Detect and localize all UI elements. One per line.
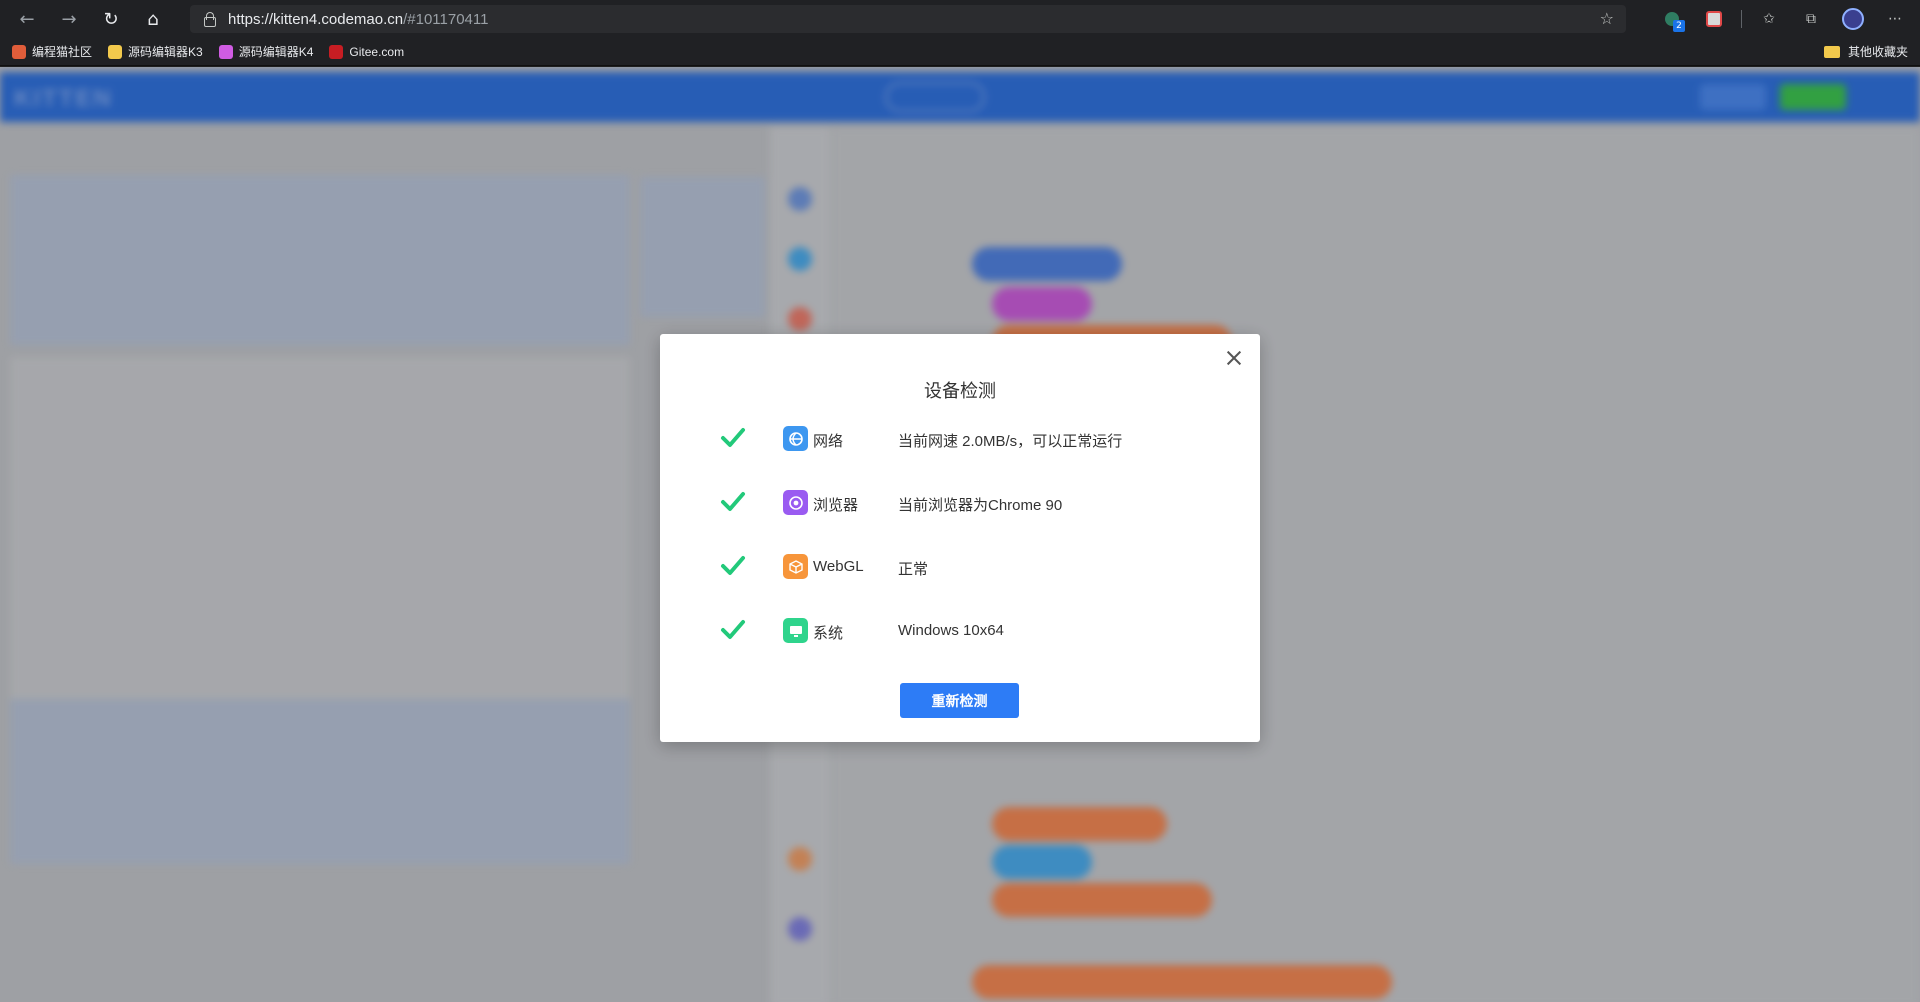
bookmark-item[interactable]: 源码编辑器K3: [108, 43, 203, 60]
more-menu-icon[interactable]: ⋯: [1884, 8, 1906, 30]
url-path: /#101170411: [403, 10, 489, 28]
check-row-browser: 浏览器 当前浏览器为Chrome 90: [660, 486, 1260, 520]
url-host: https://kitten4.codemao.cn: [228, 10, 404, 28]
collections-icon[interactable]: ⧉: [1800, 8, 1822, 30]
add-favorite-icon[interactable]: ☆: [1600, 9, 1614, 28]
other-bookmarks-folder[interactable]: 其他收藏夹: [1823, 43, 1908, 60]
bookmark-item[interactable]: Gitee.com: [329, 44, 405, 59]
bookmark-label: 源码编辑器K4: [238, 45, 314, 59]
check-row-network: 网络 当前网速 2.0MB/s，可以正常运行: [660, 422, 1260, 456]
browser-icon: [783, 490, 808, 515]
reload-icon[interactable]: ↻: [96, 4, 126, 34]
check-item-label: 系统: [813, 625, 844, 642]
check-icon: [721, 620, 745, 639]
webgl-icon: [783, 554, 808, 579]
bookmark-icon: [12, 44, 26, 59]
check-item-value: 当前网速 2.0MB/s，可以正常运行: [898, 433, 1123, 450]
back-icon[interactable]: ←: [12, 4, 42, 34]
check-icon: [721, 556, 745, 575]
check-row-webgl: WebGL 正常: [660, 550, 1260, 584]
check-item-label: 浏览器: [813, 497, 859, 514]
check-item-label: WebGL: [813, 558, 864, 575]
address-bar[interactable]: https://kitten4.codemao.cn/#101170411 ☆: [190, 5, 1626, 33]
bookmark-item[interactable]: 源码编辑器K4: [218, 43, 314, 60]
toolbar-divider: [1741, 10, 1742, 28]
check-row-system: 系统 Windows 10x64: [660, 614, 1260, 648]
extension-icon[interactable]: 2: [1661, 8, 1685, 32]
bookmark-icon: [329, 44, 344, 59]
dialog-title: 设备检测: [924, 381, 996, 401]
bookmark-label: 编程猫社区: [32, 45, 93, 59]
check-item-label: 网络: [813, 433, 844, 450]
check-icon: [721, 492, 745, 511]
lock-icon[interactable]: [202, 12, 216, 27]
extension-icon-2[interactable]: [1703, 8, 1725, 30]
bookmark-label: 源码编辑器K3: [128, 45, 203, 59]
bookmark-label: Gitee.com: [349, 44, 405, 59]
retest-button[interactable]: 重新检测: [900, 683, 1019, 718]
other-bookmarks-label: 其他收藏夹: [1847, 45, 1908, 59]
check-item-value: 当前浏览器为Chrome 90: [898, 497, 1063, 514]
check-icon: [721, 428, 745, 447]
device-check-dialog: 设备检测 网络 当前网速 2.0MB/s，可以正常运行 浏览器 当前浏览器为Ch…: [660, 334, 1260, 742]
bookmark-icon: [218, 44, 233, 59]
browser-toolbar: ← → ↻ ⌂ https://kitten4.codemao.cn/#1011…: [0, 0, 1920, 38]
folder-icon: [1823, 45, 1840, 58]
favorites-icon[interactable]: ✩: [1758, 8, 1780, 30]
home-icon[interactable]: ⌂: [138, 4, 168, 34]
system-icon: [783, 618, 808, 643]
bookmark-icon: [108, 44, 123, 59]
check-item-value: Windows 10x64: [898, 622, 1004, 639]
forward-icon[interactable]: →: [54, 4, 84, 34]
bookmarks-bar: 编程猫社区 源码编辑器K3 源码编辑器K4 Gitee.com 其他收藏夹: [0, 38, 1920, 66]
network-icon: [783, 426, 808, 451]
profile-avatar[interactable]: [1842, 8, 1864, 30]
extension-badge: 2: [1673, 20, 1685, 32]
close-icon[interactable]: [1224, 348, 1244, 368]
bookmark-item[interactable]: 编程猫社区: [12, 43, 92, 60]
extensions-area: 2 ✩ ⧉ ⋯: [1651, 0, 1920, 38]
check-item-value: 正常: [898, 561, 929, 578]
